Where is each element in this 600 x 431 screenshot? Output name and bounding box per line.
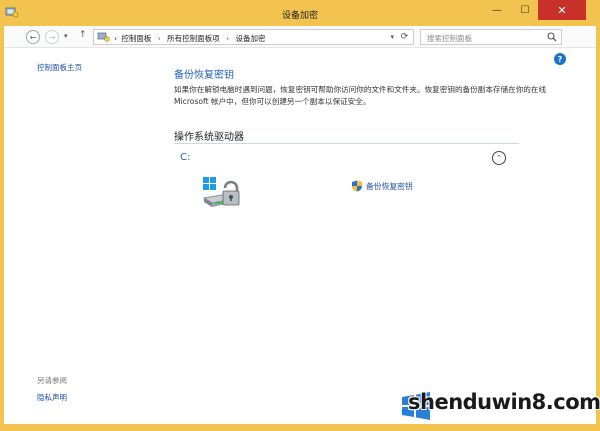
breadcrumb-separator: › <box>226 34 230 43</box>
search-box[interactable]: 搜索控制面板 <box>420 29 562 45</box>
maximize-button[interactable]: ☐ <box>511 0 539 20</box>
encrypted-drive-icon <box>202 177 240 207</box>
search-placeholder: 搜索控制面板 <box>427 34 472 43</box>
uac-shield-icon <box>352 180 362 192</box>
backup-recovery-key-link[interactable]: 备份恢复密钥 <box>351 180 413 192</box>
breadcrumb-separator: › <box>114 34 117 43</box>
breadcrumb-item-control-panel[interactable]: 控制面板 <box>121 34 151 43</box>
refresh-button[interactable]: ⟳ <box>396 29 414 45</box>
help-button[interactable]: ? <box>554 53 566 65</box>
address-bar[interactable]: › 控制面板 › 所有控制面板项 › 设备加密 ▾ <box>93 29 399 45</box>
minimize-button[interactable]: — <box>483 0 511 20</box>
drive-label: C: <box>180 152 191 163</box>
breadcrumb-separator: › <box>157 34 161 43</box>
content-area: ? 控制面板主页 另请参阅 隐私声明 备份恢复密钥 如果你在解锁电脑时遇到问题，… <box>4 48 596 424</box>
watermark: shenduwin8.com <box>400 386 600 426</box>
close-button[interactable]: ✕ <box>538 0 586 20</box>
search-icon[interactable] <box>547 32 557 42</box>
section-title: 操作系统驱动器 <box>174 132 244 143</box>
recent-locations-button[interactable]: ▾ <box>64 32 68 40</box>
address-dropdown-button[interactable]: ▾ <box>390 33 394 41</box>
up-button[interactable]: ↑ <box>79 30 87 40</box>
backup-recovery-key-label: 备份恢复密钥 <box>366 181 413 191</box>
see-also-label: 另请参阅 <box>37 376 67 385</box>
navigation-bar: ← → ▾ ↑ › 控制面板 › 所有控制面板项 › 设备加密 ▾ ⟳ 搜索控制… <box>4 26 596 48</box>
breadcrumb-item-all-items[interactable]: 所有控制面板项 <box>167 34 220 43</box>
breadcrumb-item-device-encryption[interactable]: 设备加密 <box>235 34 265 43</box>
title-bar[interactable]: 设备加密 — ☐ ✕ <box>0 0 600 26</box>
control-panel-home-link[interactable]: 控制面板主页 <box>37 62 82 73</box>
watermark-text: shenduwin8.com <box>408 390 600 414</box>
page-title: 备份恢复密钥 <box>174 70 234 81</box>
control-panel-icon <box>97 32 110 42</box>
section-divider <box>174 143 519 144</box>
window: 设备加密 — ☐ ✕ ← → ▾ ↑ › 控制面板 › 所有控制面板项 › 设备… <box>0 0 600 431</box>
description-text: 如果你在解锁电脑时遇到问题，恢复密钥可帮助你访问你的文件和文件夹。恢复密钥的备份… <box>174 85 547 106</box>
breadcrumb: › 控制面板 › 所有控制面板项 › 设备加密 <box>114 33 267 44</box>
privacy-statement-link[interactable]: 隐私声明 <box>37 392 67 403</box>
collapse-button[interactable]: ⌃ <box>492 151 506 165</box>
forward-button[interactable]: → <box>45 30 59 44</box>
back-button[interactable]: ← <box>26 30 40 44</box>
